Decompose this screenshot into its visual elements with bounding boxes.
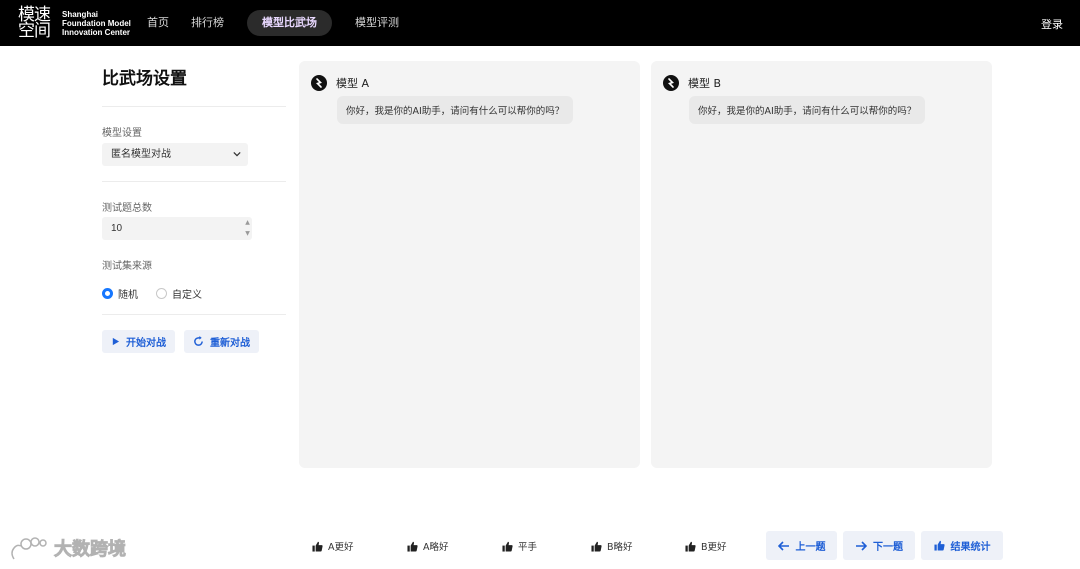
model-a-header: 模型 A bbox=[311, 75, 369, 91]
model-b-name: 模型 B bbox=[688, 77, 722, 90]
main-nav: 首页 排行榜 模型比武场 模型评测 bbox=[136, 10, 410, 36]
watermark-logo-icon bbox=[11, 537, 47, 560]
chevron-down-icon bbox=[233, 151, 241, 157]
model-logo-icon bbox=[663, 75, 679, 91]
model-a-message: 你好，我是你的AI助手，请问有什么可以帮你的吗？ bbox=[337, 96, 574, 124]
model-setting-label: 模型设置 bbox=[102, 128, 142, 139]
thumbs-up-icon bbox=[933, 540, 945, 551]
thumbs-up-icon bbox=[685, 541, 696, 552]
top-nav-bar: 模速空间 Shanghai Foundation Model Innovatio… bbox=[0, 0, 1080, 46]
sidebar-title: 比武场设置 bbox=[102, 69, 187, 89]
model-logo-icon bbox=[311, 75, 327, 91]
model-a-name: 模型 A bbox=[336, 77, 370, 90]
logo-text-line-3: Innovation Center bbox=[62, 27, 131, 37]
nav-item-home[interactable]: 首页 bbox=[136, 10, 180, 36]
vote-a-better-label: A更好 bbox=[328, 542, 354, 553]
radio-custom[interactable] bbox=[156, 288, 167, 299]
divider bbox=[102, 314, 286, 315]
vote-b-slightly-better-label: B略好 bbox=[607, 542, 633, 553]
start-battle-button[interactable]: 开始对战 bbox=[102, 330, 175, 353]
play-icon bbox=[112, 337, 120, 346]
nav-item-evaluation[interactable]: 模型评测 bbox=[344, 10, 410, 36]
model-setting-value: 匿名模型对战 bbox=[111, 149, 171, 160]
divider bbox=[102, 106, 286, 107]
question-count-label: 测试题总数 bbox=[102, 203, 152, 214]
logo-text-line-1: Shanghai bbox=[62, 9, 99, 19]
vote-tie-button[interactable]: 平手 bbox=[502, 539, 537, 553]
quantity-stepper[interactable]: ▲ ▼ bbox=[243, 217, 252, 240]
next-question-button[interactable]: 下一题 bbox=[843, 531, 915, 560]
source-radio-group: 随机 自定义 bbox=[102, 286, 220, 301]
result-stats-button[interactable]: 结果统计 bbox=[921, 531, 1003, 560]
stepper-down-icon[interactable]: ▼ bbox=[243, 228, 252, 239]
watermark-text: 大数跨境 bbox=[54, 539, 127, 561]
vote-tie-label: 平手 bbox=[518, 542, 538, 553]
prev-question-button[interactable]: 上一题 bbox=[766, 531, 837, 560]
radio-random[interactable] bbox=[102, 288, 113, 299]
source-label: 测试集来源 bbox=[102, 261, 152, 272]
thumbs-up-icon bbox=[591, 541, 602, 552]
divider bbox=[102, 181, 286, 182]
login-link[interactable]: 登录 bbox=[1041, 16, 1063, 32]
model-a-panel: 模型 A 你好，我是你的AI助手，请问有什么可以帮你的吗？ bbox=[299, 61, 640, 468]
thumbs-up-icon bbox=[407, 541, 418, 552]
logo[interactable]: 模速空间 Shanghai Foundation Model Innovatio… bbox=[18, 5, 131, 41]
nav-item-arena[interactable]: 模型比武场 bbox=[247, 10, 332, 36]
watermark: 大数跨境 bbox=[8, 535, 126, 561]
model-b-header: 模型 B bbox=[663, 75, 721, 91]
next-question-label: 下一题 bbox=[873, 542, 903, 553]
start-battle-label: 开始对战 bbox=[126, 338, 166, 349]
restart-battle-button[interactable]: 重新对战 bbox=[184, 330, 259, 353]
logo-mark: 模速空间 bbox=[18, 5, 51, 41]
result-stats-label: 结果统计 bbox=[950, 542, 991, 553]
question-count-input[interactable] bbox=[102, 217, 252, 240]
restart-battle-label: 重新对战 bbox=[210, 338, 250, 349]
stepper-up-icon[interactable]: ▲ bbox=[243, 217, 252, 228]
nav-item-leaderboard[interactable]: 排行榜 bbox=[180, 10, 235, 36]
thumbs-up-icon bbox=[502, 541, 513, 552]
refresh-icon bbox=[194, 336, 203, 346]
vote-a-slightly-better-button[interactable]: A略好 bbox=[407, 539, 449, 553]
model-b-message: 你好，我是你的AI助手，请问有什么可以帮你的吗？ bbox=[689, 96, 926, 124]
vote-b-better-button[interactable]: B更好 bbox=[685, 539, 727, 553]
vote-b-slightly-better-button[interactable]: B略好 bbox=[591, 539, 633, 553]
arrow-right-icon bbox=[856, 540, 867, 551]
logo-text-line-2: Foundation Model bbox=[62, 18, 131, 28]
vote-a-better-button[interactable]: A更好 bbox=[312, 539, 354, 553]
model-setting-select[interactable]: 匿名模型对战 bbox=[102, 143, 248, 166]
prev-question-label: 上一题 bbox=[795, 542, 826, 553]
vote-a-slightly-better-label: A略好 bbox=[423, 542, 449, 553]
radio-custom-label[interactable]: 自定义 bbox=[172, 286, 202, 301]
logo-text: Shanghai Foundation Model Innovation Cen… bbox=[62, 10, 131, 37]
vote-b-better-label: B更好 bbox=[701, 542, 727, 553]
thumbs-up-icon bbox=[312, 541, 323, 552]
model-b-panel: 模型 B 你好，我是你的AI助手，请问有什么可以帮你的吗？ bbox=[651, 61, 992, 468]
radio-random-label[interactable]: 随机 bbox=[118, 286, 138, 301]
arrow-left-icon bbox=[777, 540, 789, 551]
